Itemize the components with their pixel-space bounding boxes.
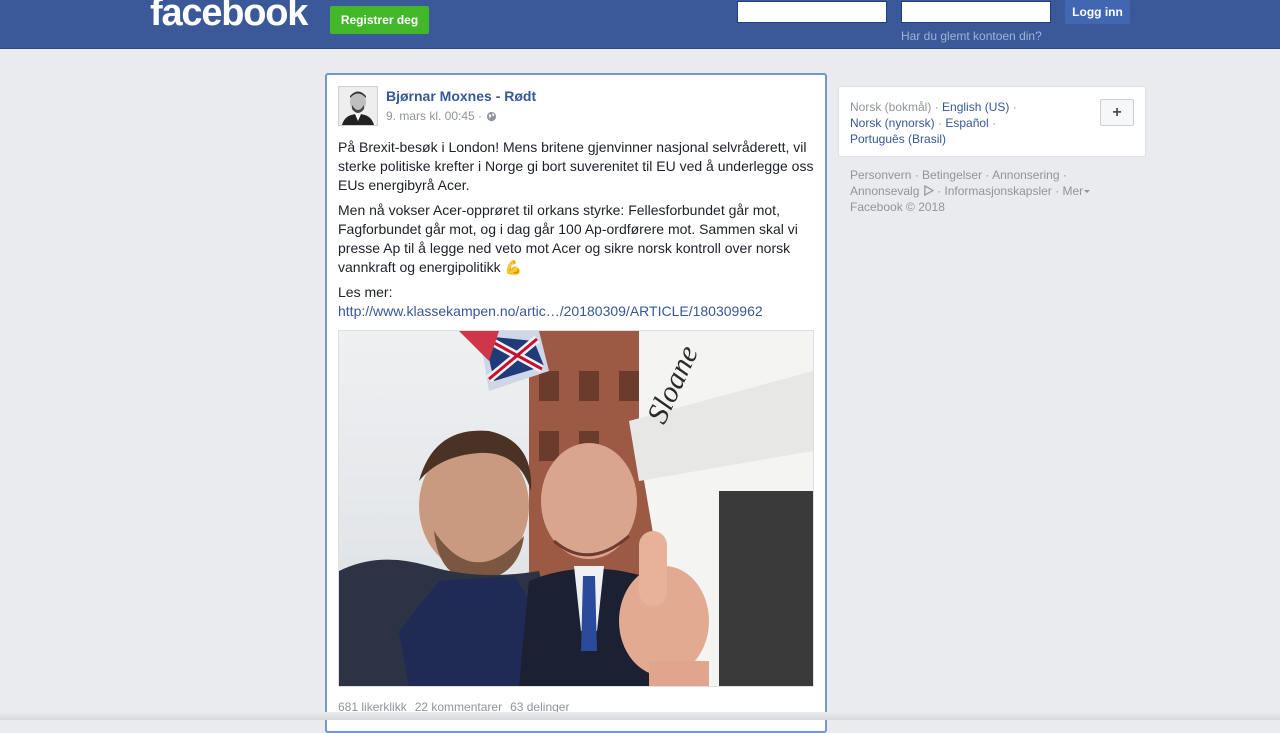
footer-link-annonsevalg[interactable]: Annonsevalg (850, 184, 919, 198)
post-timestamp[interactable]: 9. mars kl. 00:45 · (386, 109, 482, 123)
login-button[interactable]: Logg inn (1065, 0, 1130, 24)
forgot-account-link[interactable]: Har du glemt kontoen din? (901, 29, 1042, 43)
language-espanol[interactable]: Español (945, 116, 988, 130)
footer-link-annonsering[interactable]: Annonsering (992, 168, 1059, 182)
language-portugues[interactable]: Português (Brasil) (850, 132, 946, 146)
adchoices-icon[interactable] (923, 185, 934, 196)
avatar-image (339, 87, 377, 125)
password-field[interactable] (901, 1, 1051, 23)
footer-link-personvern[interactable]: Personvern (850, 168, 911, 182)
bottom-shadow (0, 712, 1280, 720)
email-field[interactable] (737, 1, 887, 23)
footer-link-betingelser[interactable]: Betingelser (922, 168, 982, 182)
post-photo[interactable]: Sloane (338, 330, 814, 687)
language-selector: Norsk (bokmål) · English (US) · Norsk (n… (838, 86, 1146, 157)
chevron-down-icon[interactable] (1084, 190, 1091, 193)
selfie-image: Sloane (339, 331, 813, 686)
post-body: På Brexit-besøk i London! Mens britene g… (338, 138, 816, 321)
footer-link-mer[interactable]: Mer (1062, 184, 1083, 198)
language-english[interactable]: English (US) (942, 100, 1009, 114)
globe-icon[interactable] (486, 111, 497, 122)
footer-link-informasjonskapsler[interactable]: Informasjonskapsler (944, 184, 1051, 198)
read-more-label: Les mer: (338, 284, 393, 300)
current-language: Norsk (bokmål) (850, 100, 932, 114)
language-nynorsk[interactable]: Norsk (nynorsk) (850, 116, 935, 130)
footer-links: Personvern · Betingelser · Annonsering ·… (850, 167, 1110, 215)
post-author-name[interactable]: Bjørnar Moxnes - Rødt (386, 88, 536, 104)
post-paragraph: På Brexit-besøk i London! Mens britene g… (338, 139, 814, 193)
language-list: Norsk (bokmål) · English (US) · Norsk (n… (850, 100, 1017, 146)
article-link[interactable]: http://www.klassekampen.no/artic…/201803… (338, 302, 816, 321)
copyright: Facebook © 2018 (850, 200, 945, 214)
post-card: Bjørnar Moxnes - Rødt 9. mars kl. 00:45 … (325, 73, 827, 733)
signup-button[interactable]: Registrer deg (330, 6, 429, 34)
author-avatar[interactable] (338, 86, 378, 126)
top-navigation-bar: facebook Registrer deg Logg inn Har du g… (0, 0, 1280, 49)
post-meta: 9. mars kl. 00:45 · (386, 109, 497, 123)
post-paragraph: Men nå vokser Acer-opprøret til orkans s… (338, 202, 798, 275)
facebook-logo[interactable]: facebook (150, 0, 308, 35)
add-language-button[interactable]: + (1100, 99, 1134, 126)
